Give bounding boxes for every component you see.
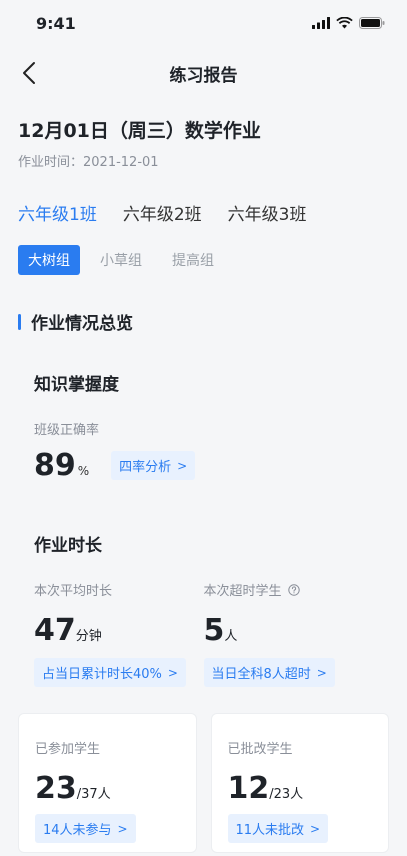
overtime-value: 5 xyxy=(203,613,225,648)
homework-title: 12月01日（周三）数学作业 xyxy=(18,120,261,142)
wifi-icon xyxy=(336,17,353,29)
avg-duration-unit: 分钟 xyxy=(75,629,102,644)
chevron-right-icon: > xyxy=(310,821,321,836)
page-title: 练习报告 xyxy=(169,65,238,86)
tab-class-3[interactable]: 六年级3班 xyxy=(228,200,307,225)
joined-label: 已参加学生 xyxy=(35,742,101,757)
avg-duration-label: 本次平均时长 xyxy=(34,584,113,599)
tab-class-1[interactable]: 六年级1班 xyxy=(18,200,97,225)
status-bar: 9:41 xyxy=(0,0,407,46)
not-graded-button[interactable]: 11人未批改 > xyxy=(227,814,329,843)
chevron-right-icon: > xyxy=(117,821,128,836)
help-circle-icon[interactable] xyxy=(287,583,300,596)
chevron-right-icon: > xyxy=(167,665,178,680)
tab-group-grass[interactable]: 小草组 xyxy=(90,245,152,275)
status-time: 9:41 xyxy=(36,13,76,33)
overtime-row: 5人 xyxy=(204,613,374,648)
accuracy-label: 班级正确率 xyxy=(34,423,100,438)
overtime-label-row: 本次超时学生 xyxy=(204,580,374,599)
graded-value: 12 xyxy=(227,771,270,806)
joined-students-card: 已参加学生 23/37人 14人未参与 > xyxy=(18,713,197,853)
joined-total: /37人 xyxy=(76,787,111,802)
tab-group-big-tree[interactable]: 大树组 xyxy=(18,245,80,275)
knowledge-title: 知识掌握度 xyxy=(34,375,119,395)
tab-class-2[interactable]: 六年级2班 xyxy=(123,200,202,225)
not-joined-button[interactable]: 14人未参与 > xyxy=(35,814,136,843)
avg-duration-row: 47分钟 xyxy=(34,613,204,648)
class-tabs: 六年级1班 六年级2班 六年级3班 xyxy=(0,170,407,225)
tab-group-advanced[interactable]: 提高组 xyxy=(162,245,224,275)
back-button[interactable] xyxy=(14,58,44,88)
four-rate-analysis-label: 四率分析 xyxy=(119,460,172,475)
graded-total: /23人 xyxy=(269,787,304,802)
avg-duration-chip-label: 占当日累计时长40% xyxy=(42,667,162,682)
joined-row: 23/37人 xyxy=(35,771,180,806)
chevron-left-icon xyxy=(23,62,35,84)
graded-row: 12/23人 xyxy=(228,771,373,806)
overtime-detail-button[interactable]: 当日全科8人超时 > xyxy=(203,658,335,687)
overtime-chip-label: 当日全科8人超时 xyxy=(211,667,311,682)
avg-duration-value: 47 xyxy=(34,613,76,648)
accuracy-row: 89 % 四率分析 > xyxy=(34,448,373,483)
chevron-right-icon: > xyxy=(316,665,327,680)
four-rate-analysis-button[interactable]: 四率分析 > xyxy=(111,451,196,480)
graded-students-card: 已批改学生 12/23人 11人未批改 > xyxy=(210,713,389,853)
signal-icon xyxy=(312,17,330,29)
overtime-unit: 人 xyxy=(224,629,238,644)
duration-stats: 本次平均时长 47分钟 占当日累计时长40% > 本次超时学生 5人 当日全科8… xyxy=(34,580,373,687)
homework-time: 作业时间：2021-12-01 xyxy=(18,155,159,170)
nav-bar: 练习报告 xyxy=(0,46,407,100)
joined-value: 23 xyxy=(35,771,77,806)
overview-section-title: 作业情况总览 xyxy=(31,314,133,334)
avg-duration-stat: 本次平均时长 47分钟 占当日累计时长40% > xyxy=(34,580,204,687)
avg-duration-detail-button[interactable]: 占当日累计时长40% > xyxy=(34,658,186,687)
accuracy-unit: % xyxy=(77,464,90,478)
student-stats-row: 已参加学生 23/37人 14人未参与 > 已批改学生 12/23人 11人未批… xyxy=(0,713,407,853)
not-joined-label: 14人未参与 xyxy=(43,823,112,838)
duration-title: 作业时长 xyxy=(34,536,102,556)
overtime-label: 本次超时学生 xyxy=(203,584,282,599)
status-icons xyxy=(312,17,385,29)
chevron-right-icon: > xyxy=(177,458,188,473)
not-graded-label: 11人未批改 xyxy=(235,823,305,838)
overview-section-header: 作业情况总览 xyxy=(0,275,407,334)
section-accent-bar xyxy=(18,313,21,330)
group-tabs: 大树组 小草组 提高组 xyxy=(0,225,407,275)
duration-card: 作业时长 本次平均时长 47分钟 占当日累计时长40% > 本次超时学生 5人 … xyxy=(0,483,407,687)
graded-label: 已批改学生 xyxy=(227,742,293,757)
knowledge-mastery-card: 知识掌握度 班级正确率 89 % 四率分析 > xyxy=(0,334,407,483)
battery-icon xyxy=(359,17,385,29)
overtime-stat: 本次超时学生 5人 当日全科8人超时 > xyxy=(203,580,374,687)
accuracy-value: 89 xyxy=(34,448,76,483)
